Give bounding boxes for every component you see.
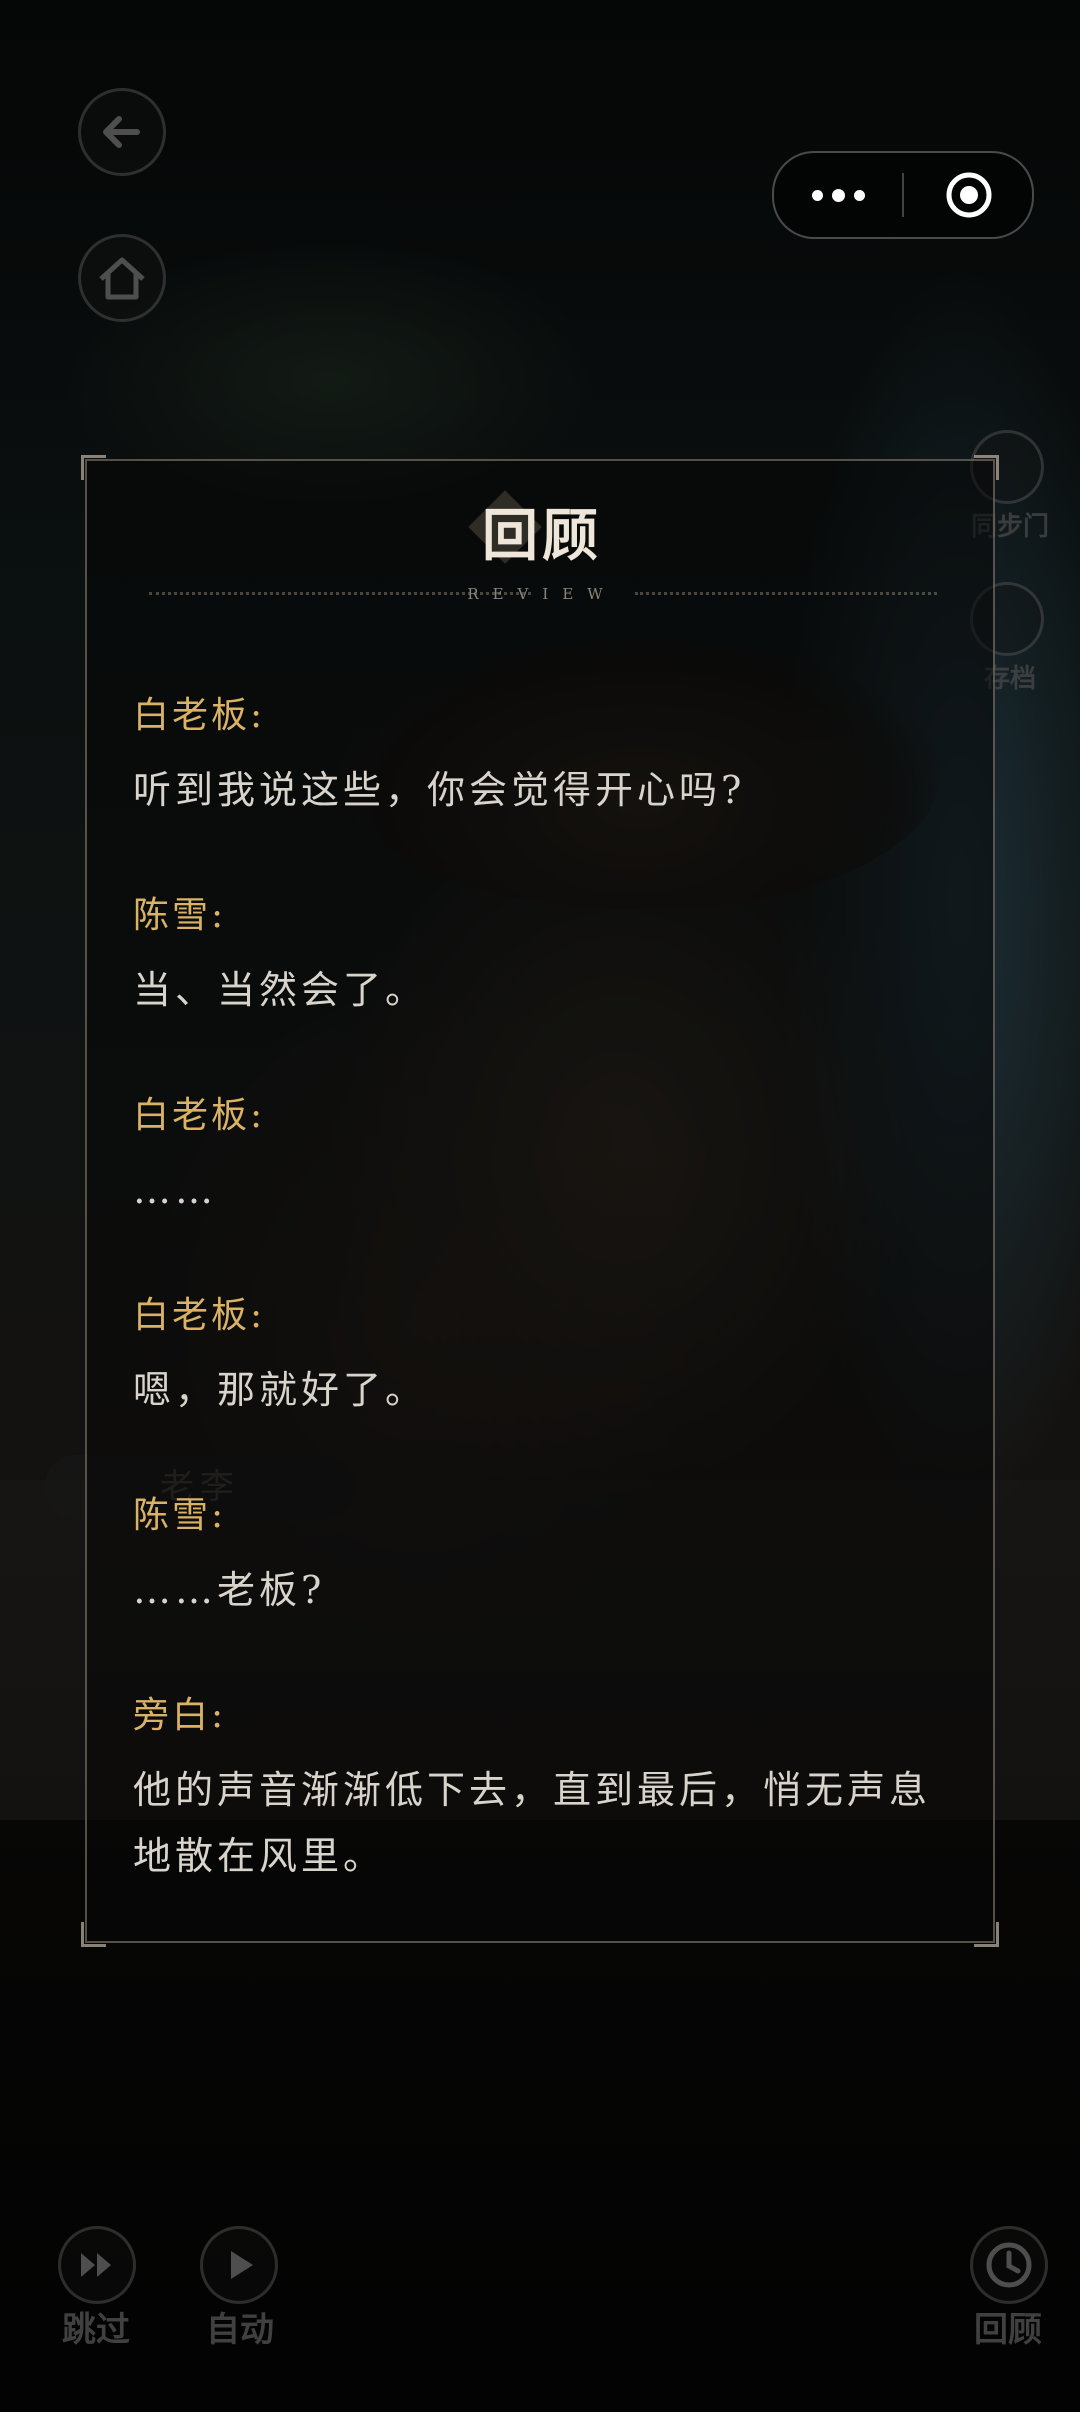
speaker-name: 旁白: [133,1695,227,1736]
speaker-name: 陈雪: [133,1495,227,1536]
panel-corner [81,1922,106,1947]
dialogue-text: 听到我说这些，你会觉得开心吗? [133,768,746,812]
review-entry: 白老板: 听到我说这些，你会觉得开心吗? [133,691,963,823]
back-arrow-icon [103,116,140,148]
back-button[interactable] [78,88,166,176]
title-divider-right [635,592,937,595]
review-entry: 陈雪: ……老板? [133,1491,963,1623]
speaker-name: 白老板: [133,1295,266,1336]
review-entry: 旁白: 他的声音渐渐低下去，直到最后，悄无声息地散在风里。 [133,1691,963,1889]
dialogue-text: …… [133,1168,217,1212]
panel-corner [81,455,106,480]
capsule-divider [902,173,904,217]
clock-icon [986,2242,1032,2288]
speaker-name: 白老板: [133,695,266,736]
auto-label: 自动 [206,2310,274,2350]
fast-forward-icon [81,2253,111,2277]
review-label: 回顾 [974,2310,1042,2350]
review-panel[interactable]: 回顾 REVIEW 白老板: 听到我说这些，你会觉得开心吗? 陈雪: 当、当然会… [81,455,999,1947]
review-entry: 白老板: 嗯，那就好了。 [133,1291,963,1423]
review-entry: 陈雪: 当、当然会了。 [133,891,963,1023]
home-icon [99,257,145,300]
speaker-name: 陈雪: [133,895,227,936]
dialogue-text: 当、当然会了。 [133,968,428,1012]
dialogue-text: 嗯，那就好了。 [133,1368,428,1412]
skip-label: 跳过 [62,2310,130,2350]
home-button[interactable] [78,234,166,322]
panel-corner [974,455,999,480]
more-dots-icon[interactable] [812,180,868,210]
auto-button[interactable] [200,2226,278,2304]
target-circle-icon[interactable] [944,170,994,220]
dialogue-text: ……老板? [133,1568,326,1612]
review-button[interactable] [970,2226,1048,2304]
review-entries[interactable]: 白老板: 听到我说这些，你会觉得开心吗? 陈雪: 当、当然会了。 白老板: ……… [133,691,963,1889]
skip-button[interactable] [58,2226,136,2304]
play-icon [231,2251,253,2279]
review-entry: 白老板: …… [133,1091,963,1223]
dialogue-text: 他的声音渐渐低下去，直到最后，悄无声息地散在风里。 [133,1768,932,1878]
panel-corner [974,1922,999,1947]
speaker-name: 白老板: [133,1095,266,1136]
review-title: 回顾 [482,503,602,569]
miniprogram-capsule [772,151,1034,239]
